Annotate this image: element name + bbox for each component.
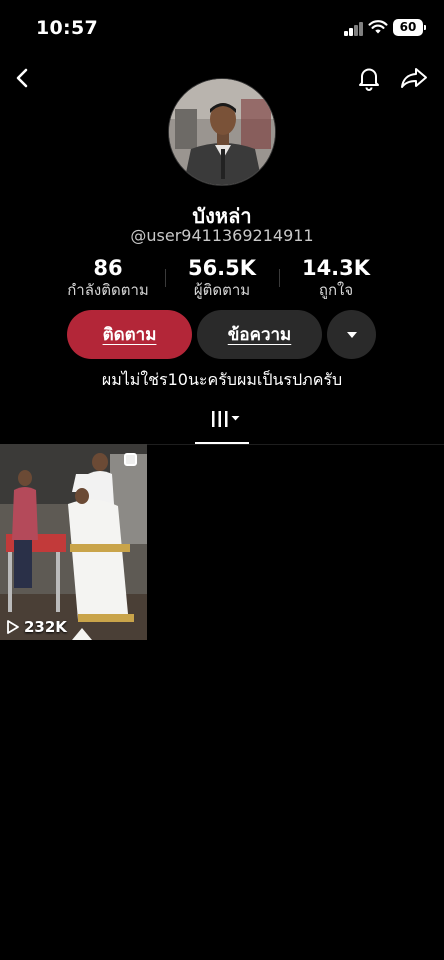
stat-followers[interactable]: 56.5K ผู้ติดตาม	[167, 255, 277, 299]
play-icon	[7, 620, 19, 634]
view-count: 232K	[6, 618, 67, 636]
profile-actions: ติดตาม ข้อความ	[0, 310, 444, 360]
pin-icon	[124, 453, 137, 466]
stat-likes[interactable]: 14.3K ถูกใจ	[281, 255, 391, 299]
video-thumbnail-image	[0, 444, 147, 640]
share-button[interactable]	[394, 58, 434, 98]
tab-videos[interactable]	[195, 405, 249, 445]
cellular-signal-icon	[344, 22, 364, 36]
bell-icon	[359, 68, 379, 91]
view-count-value: 232K	[24, 618, 67, 636]
chevron-down-icon	[346, 331, 357, 338]
status-time: 10:57	[36, 17, 98, 39]
stat-label: กำลังติดตาม	[67, 281, 149, 299]
stat-value: 56.5K	[187, 256, 257, 280]
profile-stats: 86 กำลังติดตาม 56.5K ผู้ติดตาม 14.3K ถูก…	[0, 255, 444, 301]
profile-bio: ผมไม่ใช่ร10นะครับผมเป็นรปภครับ	[101, 370, 343, 389]
stat-divider	[165, 269, 166, 287]
username: @user9411369214911	[130, 226, 314, 245]
back-button[interactable]	[3, 58, 43, 98]
message-button[interactable]: ข้อความ	[197, 310, 322, 359]
stat-label: ถูกใจ	[318, 281, 354, 299]
back-icon	[16, 68, 28, 88]
more-options-button[interactable]	[327, 310, 376, 359]
stat-divider	[279, 269, 280, 287]
grid-icon	[212, 411, 240, 427]
wifi-icon	[368, 20, 388, 34]
battery-indicator: 60	[393, 19, 426, 36]
avatar-photo	[169, 79, 275, 185]
profile-avatar[interactable]	[168, 78, 276, 186]
active-tab-indicator	[195, 442, 249, 444]
stat-value: 86	[93, 256, 123, 280]
video-thumbnail[interactable]: 232K	[0, 444, 147, 640]
content-tabs	[0, 405, 444, 445]
stat-following[interactable]: 86 กำลังติดตาม	[53, 255, 163, 299]
share-icon	[401, 68, 427, 88]
notification-button[interactable]	[349, 58, 389, 98]
follow-button[interactable]: ติดตาม	[67, 310, 192, 359]
status-bar: 10:57 60	[0, 0, 444, 56]
stat-label: ผู้ติดตาม	[193, 281, 251, 299]
stat-value: 14.3K	[301, 256, 371, 280]
